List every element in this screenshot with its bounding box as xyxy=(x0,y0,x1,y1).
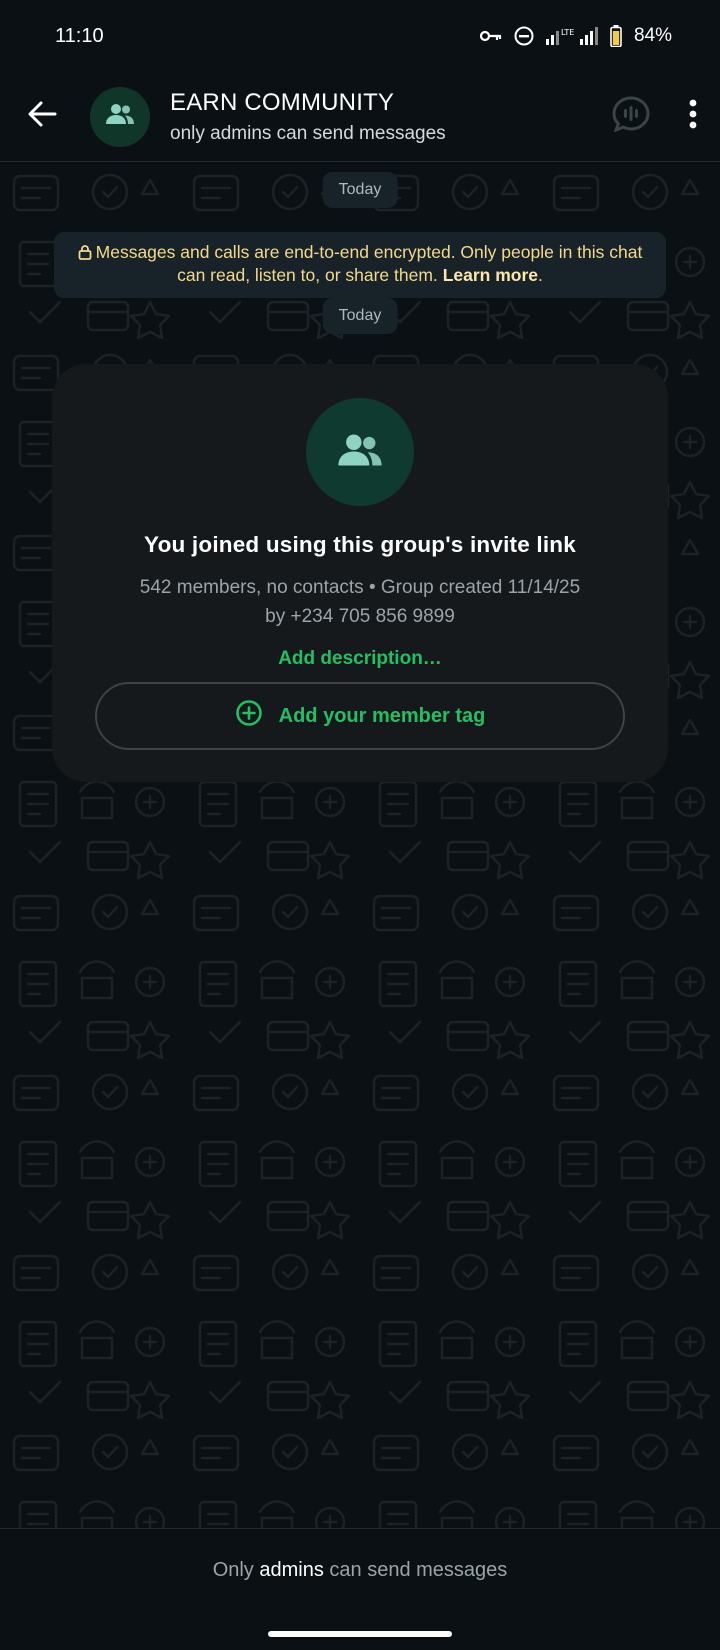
more-options-button[interactable] xyxy=(666,72,720,162)
encryption-notice[interactable]: Messages and calls are end-to-end encryp… xyxy=(54,232,666,298)
footer-suffix: can send messages xyxy=(323,1559,508,1581)
add-circle-icon xyxy=(235,699,263,733)
back-button[interactable] xyxy=(0,72,84,162)
whatsapp-group-chat-screen: 11:10 LTE 84% EARN COMMUNITY only admins… xyxy=(0,0,720,1650)
network-label: LTE xyxy=(561,28,574,37)
encryption-period: . xyxy=(538,265,543,285)
learn-more-link[interactable]: Learn more xyxy=(443,265,538,285)
group-icon xyxy=(105,103,135,130)
chat-header-info[interactable]: EARN COMMUNITY only admins can send mess… xyxy=(170,89,596,145)
footer-prefix: Only xyxy=(212,1559,260,1581)
voice-chat-button[interactable] xyxy=(596,72,666,162)
chat-header: EARN COMMUNITY only admins can send mess… xyxy=(0,72,720,162)
battery-icon xyxy=(610,25,622,47)
admin-only-notice: Only admins can send messages xyxy=(0,1559,720,1582)
add-description-link[interactable]: Add description… xyxy=(278,648,442,670)
group-icon xyxy=(336,433,384,472)
dnd-icon xyxy=(514,26,534,46)
voice-chat-icon xyxy=(612,96,650,137)
battery-percent: 84% xyxy=(633,25,672,46)
lock-icon xyxy=(78,244,92,265)
date-separator-second: Today xyxy=(322,298,398,334)
encryption-text: Messages and calls are end-to-end encryp… xyxy=(95,242,643,285)
card-group-avatar[interactable] xyxy=(306,398,414,506)
card-info-line2: by +234 705 856 9899 xyxy=(265,606,455,627)
add-member-tag-button[interactable]: Add your member tag xyxy=(95,682,625,750)
add-member-tag-label: Add your member tag xyxy=(278,704,486,727)
group-subtitle: only admins can send messages xyxy=(170,122,446,144)
date-separator: Today xyxy=(322,172,398,208)
status-icons: LTE 84% xyxy=(479,25,672,47)
home-indicator[interactable] xyxy=(268,1631,452,1637)
key-icon xyxy=(479,29,502,43)
status-bar: 11:10 LTE 84% xyxy=(0,0,720,72)
group-name: EARN COMMUNITY xyxy=(170,88,395,116)
admin-only-footer: Only admins can send messages xyxy=(0,1528,720,1650)
admins-link[interactable]: admins xyxy=(259,1559,323,1581)
card-group-info: 542 members, no contacts • Group created… xyxy=(100,573,620,631)
back-arrow-icon xyxy=(27,101,57,132)
card-info-line1: 542 members, no contacts • Group created… xyxy=(139,577,581,598)
group-join-card: You joined using this group's invite lin… xyxy=(52,364,668,782)
status-time: 11:10 xyxy=(55,24,104,47)
more-vert-icon xyxy=(689,99,697,134)
signal-icon: LTE xyxy=(545,26,598,46)
chat-message-area[interactable]: Today Messages and calls are end-to-end … xyxy=(0,162,720,1528)
card-title: You joined using this group's invite lin… xyxy=(144,532,576,557)
group-avatar[interactable] xyxy=(90,86,150,147)
